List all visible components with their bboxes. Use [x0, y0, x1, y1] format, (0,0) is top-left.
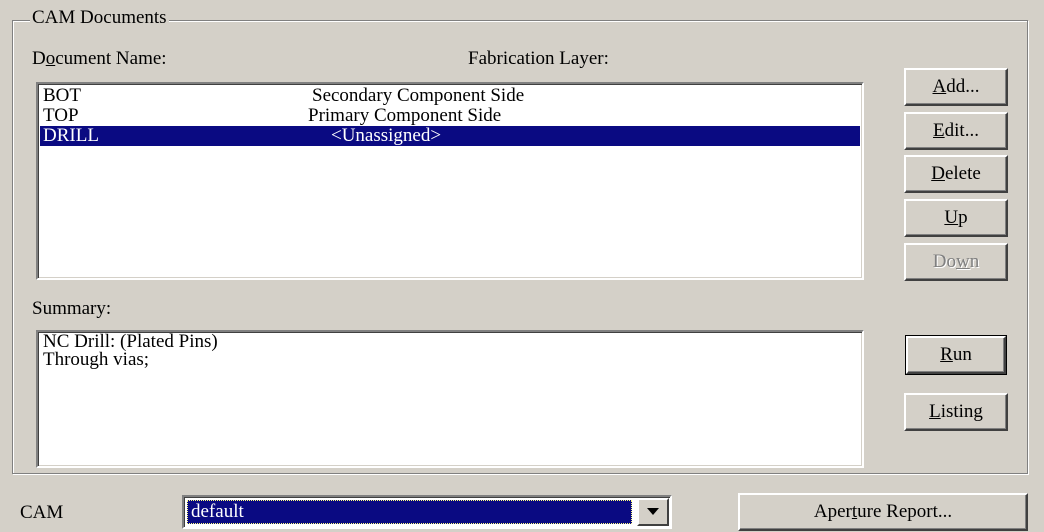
cam-dropdown[interactable]: default	[182, 495, 672, 529]
listing-button[interactable]: Listing	[904, 393, 1008, 431]
delete-label: elete	[944, 163, 981, 184]
aperture-report-button[interactable]: Aperture Report...	[738, 493, 1028, 531]
aperture-label-pre: Aper	[813, 501, 852, 522]
document-name: DRILL	[43, 125, 99, 146]
delete-mnemonic: D	[931, 163, 945, 184]
list-item-bot[interactable]: BOT Secondary Component Side	[38, 86, 862, 106]
list-item-top[interactable]: TOP Primary Component Side	[38, 106, 862, 126]
down-label-pre: Do	[932, 251, 956, 272]
fabrication-layer-header: Fabrication Layer:	[468, 48, 609, 69]
cam-documents-group-title: CAM Documents	[30, 7, 169, 29]
fabrication-layer: Primary Component Side	[308, 105, 502, 126]
down-mnemonic: w	[956, 251, 970, 272]
down-label: n	[969, 251, 980, 272]
summary-line: Through vias;	[43, 349, 150, 370]
cam-dropdown-value: default	[187, 500, 632, 524]
list-item-drill-selected[interactable]: DRILL <Unassigned>	[40, 126, 860, 146]
delete-button[interactable]: Delete	[904, 155, 1008, 193]
edit-button[interactable]: Edit...	[904, 112, 1008, 150]
document-name-header: Document Name:	[32, 48, 167, 69]
summary-box: NC Drill: (Plated Pins) Through vias;	[36, 330, 864, 468]
run-mnemonic: R	[940, 344, 953, 365]
document-name: TOP	[43, 105, 79, 126]
edit-label: dit...	[944, 120, 979, 141]
aperture-label: ure Report...	[857, 501, 953, 522]
dropdown-button[interactable]	[637, 498, 669, 526]
add-button[interactable]: Add...	[904, 68, 1008, 106]
fabrication-layer: <Unassigned>	[331, 125, 442, 146]
document-name: BOT	[43, 85, 81, 106]
add-mnemonic: A	[932, 76, 947, 97]
edit-mnemonic: E	[933, 120, 945, 141]
run-label: un	[952, 344, 972, 365]
up-mnemonic: U	[944, 207, 959, 228]
down-button[interactable]: Down	[904, 243, 1008, 281]
listing-mnemonic: L	[929, 401, 941, 422]
listing-label: isting	[940, 401, 983, 422]
run-button[interactable]: Run	[905, 335, 1007, 375]
cam-label: CAM	[20, 502, 64, 523]
up-label: p	[958, 207, 968, 228]
up-button[interactable]: Up	[904, 199, 1008, 237]
summary-line: NC Drill: (Plated Pins)	[43, 331, 218, 352]
fabrication-layer: Secondary Component Side	[312, 85, 525, 106]
document-list[interactable]: BOT Secondary Component Side TOP Primary…	[36, 82, 864, 280]
add-label: dd...	[946, 76, 980, 97]
summary-label: Summary:	[32, 298, 112, 319]
chevron-down-icon	[647, 508, 659, 515]
